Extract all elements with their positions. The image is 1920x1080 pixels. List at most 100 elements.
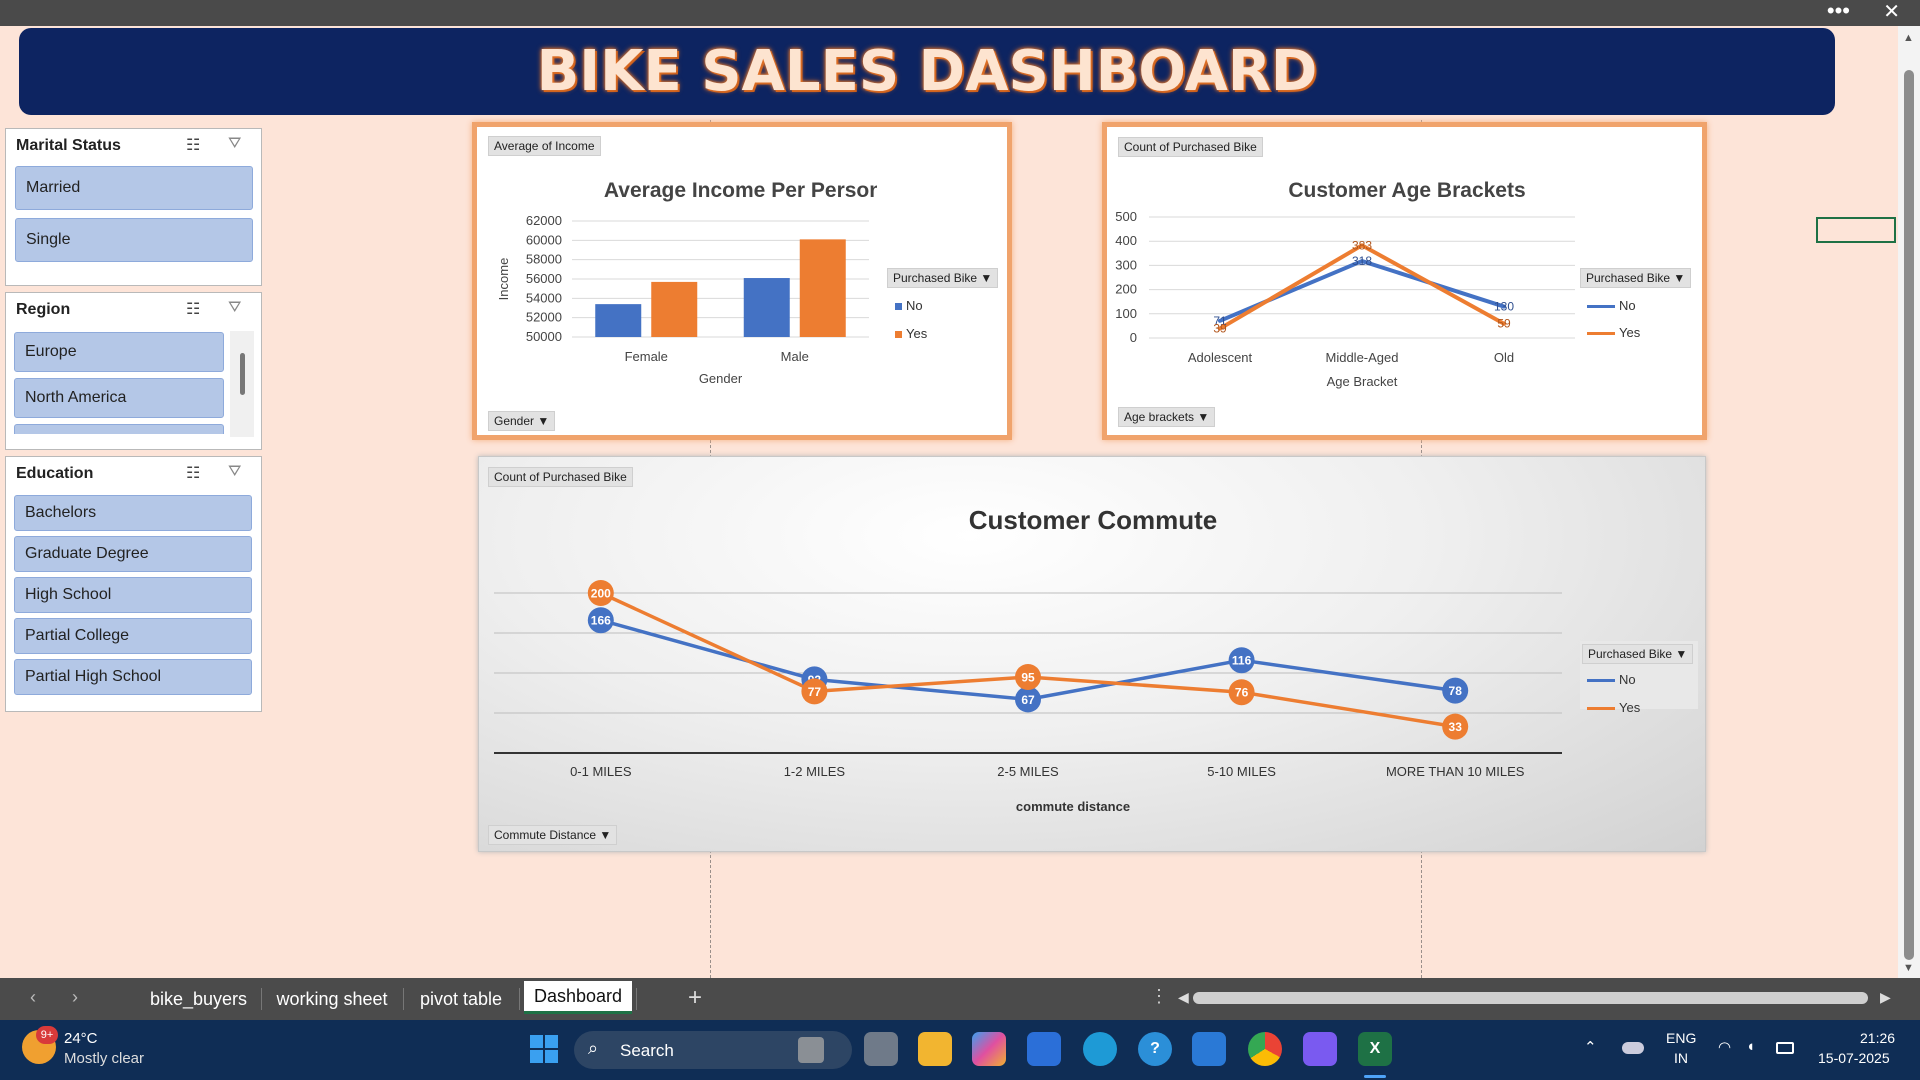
language-line2[interactable]: IN [1674, 1050, 1688, 1066]
multi-select-icon[interactable]: ☷ [186, 463, 200, 483]
slicer-item-high-school[interactable]: High School [14, 577, 252, 613]
slicer-item-single[interactable]: Single [15, 218, 253, 262]
show-hidden-icons[interactable]: ⌃ [1584, 1038, 1597, 1056]
y-tick-label: 62000 [526, 213, 562, 228]
search-highlight-icon [798, 1037, 824, 1063]
weather-badge: 9+ [36, 1026, 58, 1044]
x-axis-label: commute distance [1016, 799, 1130, 814]
scroll-left-icon[interactable]: ◀ [1178, 989, 1189, 1006]
onedrive-icon[interactable] [1622, 1042, 1644, 1054]
data-label-no: 318 [1352, 254, 1372, 268]
clear-filter-icon[interactable]: ⛛ [228, 299, 241, 317]
weather-temp[interactable]: 24°C [64, 1030, 98, 1047]
dashboard-title: BIKE SALES DASHBOARD [536, 39, 1318, 104]
legend-item-label: No [1619, 672, 1636, 687]
task-view-icon[interactable] [864, 1032, 898, 1066]
legend-field-button[interactable]: Purchased Bike ▼ [1582, 644, 1694, 664]
edge-icon[interactable] [1083, 1032, 1117, 1066]
axis-field-button[interactable]: Age brackets ▼ [1118, 407, 1216, 427]
y-tick-label: 50000 [526, 329, 562, 344]
file-explorer-icon[interactable] [918, 1032, 952, 1066]
legend-field-button[interactable]: Purchased Bike ▼ [1580, 268, 1692, 288]
windows-logo-icon [530, 1035, 558, 1063]
slicer-marital-status: Marital Status ☷ ⛛ Married Single [5, 128, 262, 286]
clock-time[interactable]: 21:26 [1860, 1030, 1895, 1046]
app-icon[interactable] [1303, 1032, 1337, 1066]
x-tick-label: 1-2 MILES [784, 764, 846, 779]
slicer-item-partial-high-school[interactable]: Partial High School [14, 659, 252, 695]
battery-icon[interactable] [1776, 1042, 1794, 1054]
clock-date[interactable]: 15-07-2025 [1818, 1050, 1890, 1066]
horizontal-scrollbar[interactable] [1193, 992, 1868, 1004]
slicer-item-europe[interactable]: Europe [14, 332, 224, 372]
more-options-icon[interactable]: ••• [1827, 0, 1850, 22]
selected-cell[interactable] [1816, 217, 1896, 243]
y-tick-label: 54000 [526, 290, 562, 305]
bar-yes-male [799, 239, 846, 337]
slicer-education: Education ☷ ⛛ Bachelors Graduate Degree … [5, 456, 262, 712]
tab-bike-buyers[interactable]: bike_buyers [140, 978, 257, 1020]
language-line1[interactable]: ENG [1666, 1030, 1696, 1046]
legend-item-yes: Yes [1587, 700, 1640, 715]
data-label-yes: 39 [1213, 322, 1227, 336]
axis-field-button[interactable]: Commute Distance ▼ [488, 825, 618, 845]
chart-title: Average Income Per Person [604, 179, 877, 202]
legend-item-label: No [906, 298, 923, 313]
axis-field-button[interactable]: Gender ▼ [488, 411, 556, 431]
multi-select-icon[interactable]: ☷ [186, 135, 200, 155]
tab-separator [519, 988, 520, 1010]
legend-field-label: Purchased Bike [893, 271, 978, 285]
data-label-yes: 383 [1352, 238, 1372, 252]
volume-icon[interactable]: ◖ [1746, 1038, 1755, 1055]
start-icon[interactable] [527, 1032, 561, 1066]
tab-dashboard[interactable]: Dashboard [524, 981, 632, 1014]
data-label-yes: 200 [591, 587, 611, 601]
store-icon[interactable] [1027, 1032, 1061, 1066]
slicer-item-partial[interactable] [14, 424, 224, 434]
add-sheet-icon[interactable]: + [688, 984, 702, 1012]
copilot-icon[interactable] [972, 1032, 1006, 1066]
legend-field-label: Purchased Bike [1586, 271, 1671, 285]
data-label-no: 166 [591, 614, 611, 628]
window-top-bar: ••• ✕ [0, 0, 1920, 26]
scroll-right-icon[interactable]: ▶ [1880, 989, 1891, 1006]
data-label-yes: 77 [808, 685, 822, 699]
slicer-scroll-thumb[interactable] [240, 353, 245, 395]
commute-chart-panel[interactable]: Count of Purchased Bike Commute Distance… [478, 456, 1706, 852]
age-chart-panel[interactable]: Count of Purchased Bike Age brackets ▼ P… [1102, 122, 1707, 440]
bar-no-female [595, 304, 642, 337]
legend-item-no: No [1587, 672, 1636, 687]
close-icon[interactable]: ✕ [1883, 2, 1900, 22]
help-icon[interactable]: ? [1138, 1032, 1172, 1066]
tab-options-icon[interactable]: ⋮ [1150, 986, 1168, 1007]
chrome-icon[interactable] [1248, 1032, 1282, 1066]
y-tick-label: 100 [1115, 306, 1137, 321]
taskbar-search[interactable]: ⌕ Search [574, 1031, 852, 1069]
multi-select-icon[interactable]: ☷ [186, 299, 200, 319]
prev-sheet-icon[interactable]: ‹ [30, 987, 36, 1008]
next-sheet-icon[interactable]: › [72, 987, 78, 1008]
notepad-icon[interactable] [1192, 1032, 1226, 1066]
x-axis-label: Gender [699, 371, 743, 386]
vertical-scrollbar[interactable]: ▲ ▼ [1898, 26, 1920, 978]
slicer-item-graduate-degree[interactable]: Graduate Degree [14, 536, 252, 572]
scroll-thumb[interactable] [1904, 70, 1914, 960]
tab-working-sheet[interactable]: working sheet [265, 978, 399, 1020]
clear-filter-icon[interactable]: ⛛ [228, 135, 241, 153]
scroll-down-icon[interactable]: ▼ [1903, 962, 1914, 974]
wifi-icon[interactable]: ◠ [1718, 1038, 1731, 1056]
slicer-item-bachelors[interactable]: Bachelors [14, 495, 252, 531]
clear-filter-icon[interactable]: ⛛ [228, 463, 241, 481]
dropdown-arrow-icon: ▼ [1675, 647, 1688, 661]
scroll-up-icon[interactable]: ▲ [1903, 32, 1914, 44]
excel-icon[interactable]: X [1358, 1032, 1392, 1066]
x-tick-label: Old [1494, 350, 1514, 365]
weather-desc[interactable]: Mostly clear [64, 1050, 144, 1067]
income-chart-panel[interactable]: Average of Income Gender ▼ Purchased Bik… [472, 122, 1012, 440]
tab-pivot-table[interactable]: pivot table [408, 978, 514, 1020]
slicer-scrollbar[interactable] [230, 331, 254, 437]
slicer-item-partial-college[interactable]: Partial College [14, 618, 252, 654]
slicer-item-north-america[interactable]: North America [14, 378, 224, 418]
legend-field-button[interactable]: Purchased Bike ▼ [887, 268, 999, 288]
slicer-item-married[interactable]: Married [15, 166, 253, 210]
